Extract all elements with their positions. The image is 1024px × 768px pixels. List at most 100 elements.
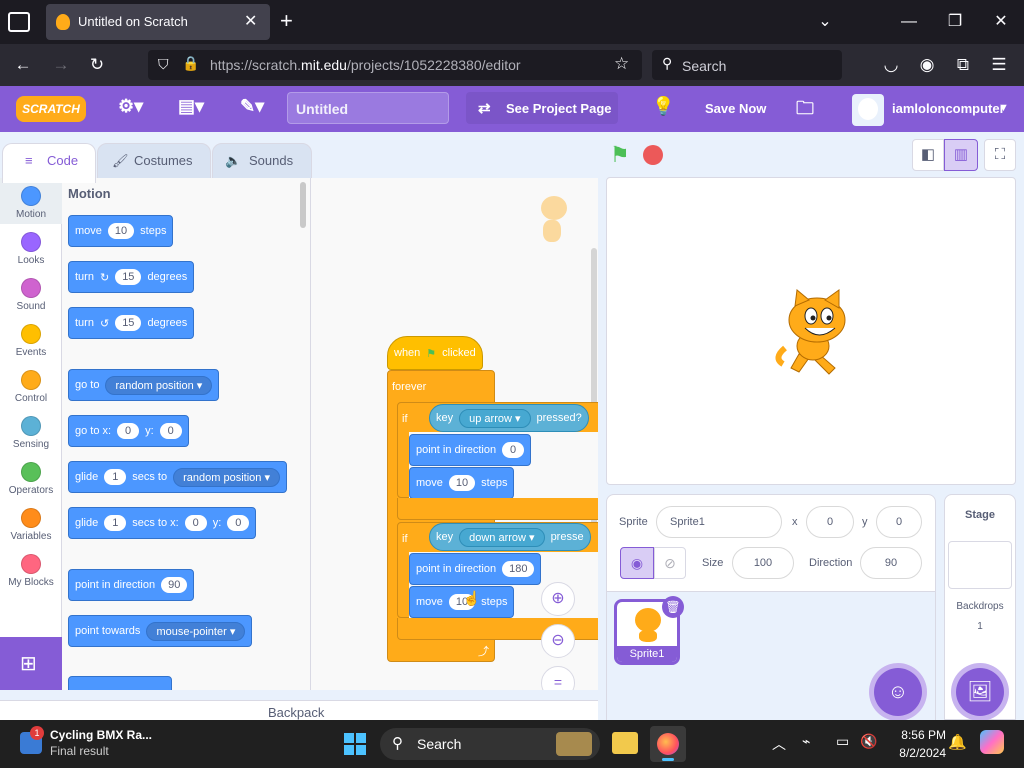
block-turn-right[interactable]: turn ↻ 15 degrees (68, 261, 195, 293)
category-looks[interactable]: Looks (0, 232, 62, 266)
taskbar-search[interactable]: ⚲ Search (380, 728, 600, 760)
direction-input[interactable]: 90 (860, 547, 922, 579)
clock-time[interactable]: 8:56 PM (890, 728, 946, 742)
volume-muted-icon[interactable]: 🔇 (860, 733, 877, 750)
pocket-icon[interactable]: ◡ (876, 50, 906, 80)
account-icon[interactable]: ◉ (912, 50, 942, 80)
block-go-to-xy[interactable]: go to x: 0 y: 0 (68, 415, 189, 447)
block-move-steps[interactable]: move 10 steps (68, 215, 174, 247)
move-block-2[interactable]: move 10 steps (409, 586, 515, 618)
category-operators[interactable]: Operators (0, 462, 62, 496)
block-input[interactable]: 0 (502, 442, 525, 458)
file-menu-icon[interactable]: ▤▾ (178, 96, 204, 117)
block-glide-xy[interactable]: glide 1 secs to x: 0 y: 0 (68, 507, 257, 539)
reload-icon[interactable]: ↻ (82, 50, 112, 80)
block-point-direction[interactable]: point in direction 90 (68, 569, 195, 601)
scratch-logo[interactable]: SCRATCH (16, 96, 86, 122)
small-stage-button[interactable]: ◧ (912, 139, 944, 171)
block-glide-to[interactable]: glide 1 secs to random position ▾ (68, 461, 287, 493)
tab-list-icon[interactable] (8, 12, 30, 32)
settings-gear-icon[interactable]: ⚙▾ (118, 96, 143, 117)
display-icon[interactable]: ▭ (836, 733, 849, 750)
file-explorer-icon[interactable] (612, 732, 638, 754)
edit-menu-icon[interactable]: ✎▾ (240, 96, 264, 117)
block-go-to[interactable]: go to random position ▾ (68, 369, 220, 401)
widget-notification[interactable]: 1 Cycling BMX Ra... Final result (20, 726, 160, 762)
category-sound[interactable]: Sound (0, 278, 62, 312)
add-extension-button[interactable]: ⊞ (0, 637, 62, 690)
block-input[interactable]: 10 (448, 475, 476, 491)
category-events[interactable]: Events (0, 324, 62, 358)
block-input[interactable]: 0 (159, 423, 182, 439)
zoom-out-button[interactable]: ⊖ (541, 624, 575, 658)
bookmark-star-icon[interactable]: ☆ (614, 54, 629, 74)
move-block-1[interactable]: move 10 steps (409, 467, 515, 499)
add-backdrop-button[interactable]: 🖼 (956, 668, 1004, 716)
block-turn-left[interactable]: turn ↺ 15 degrees (68, 307, 195, 339)
close-tab-icon[interactable]: ✕ (244, 11, 257, 31)
extensions-icon[interactable]: ⧉ (948, 50, 978, 80)
category-control[interactable]: Control (0, 370, 62, 404)
zoom-in-button[interactable]: ⊕ (541, 582, 575, 616)
browser-tab[interactable]: Untitled on Scratch ✕ (46, 4, 270, 40)
username[interactable]: iamloloncomputer (892, 101, 1005, 116)
size-input[interactable]: 100 (732, 547, 794, 579)
block-input[interactable]: 1 (104, 515, 127, 531)
point-direction-block-1[interactable]: point in direction 0 (409, 434, 532, 466)
block-input[interactable]: 15 (115, 315, 142, 331)
tab-costumes[interactable]: 🖌 Costumes (97, 143, 211, 183)
stage-thumbnail[interactable] (948, 541, 1012, 589)
network-off-icon[interactable]: ⌁ (802, 733, 810, 750)
show-sprite-button[interactable]: ◉ (620, 547, 654, 579)
palette-scrollbar[interactable] (300, 182, 306, 228)
tab-sounds[interactable]: 🔈 Sounds (212, 143, 312, 183)
back-icon[interactable]: ← (8, 50, 38, 80)
category-sensing[interactable]: Sensing (0, 416, 62, 450)
key-pressed-block-1[interactable]: key up arrow ▾ pressed? (429, 404, 589, 432)
green-flag-button[interactable]: ⚑ (610, 143, 636, 167)
stage-canvas[interactable] (606, 177, 1016, 485)
browser-search-field[interactable]: ⚲ Search (652, 50, 842, 80)
key-pressed-block-2[interactable]: key down arrow ▾ presse (429, 523, 591, 551)
zoom-reset-button[interactable]: = (541, 666, 575, 690)
user-avatar[interactable] (852, 94, 884, 126)
restore-button[interactable]: ❐ (932, 0, 978, 44)
block-dropdown[interactable]: random position ▾ (173, 467, 280, 487)
tray-chevron-icon[interactable]: ︿ (772, 734, 786, 754)
y-input[interactable]: 0 (876, 506, 922, 538)
notification-bell-icon[interactable]: 🔔 (948, 733, 967, 751)
tab-code[interactable]: ≡ Code (2, 143, 96, 183)
large-stage-button[interactable]: ▥ (944, 139, 978, 171)
script-area[interactable]: when ⚑ clicked forever ⤴ if key up arrow… (311, 178, 598, 690)
block-input[interactable]: 15 (115, 269, 142, 285)
firefox-taskbar-icon[interactable] (650, 726, 686, 762)
delete-sprite-button[interactable]: 🗑 (662, 596, 684, 618)
scratch-cat-sprite[interactable] (769, 288, 853, 378)
close-window-button[interactable]: ✕ (978, 0, 1024, 44)
x-input[interactable]: 0 (806, 506, 854, 538)
minimize-button[interactable]: — (886, 0, 932, 44)
lightbulb-icon[interactable]: 💡 (652, 96, 674, 117)
tab-overflow-icon[interactable]: ⌄ (802, 0, 848, 44)
user-dropdown-icon[interactable]: ▼ (998, 102, 1009, 114)
copilot-icon[interactable] (980, 730, 1004, 754)
block-input[interactable]: 90 (161, 577, 188, 593)
key-dropdown[interactable]: up arrow ▾ (459, 408, 531, 428)
new-tab-button[interactable]: + (280, 8, 293, 34)
block-partial[interactable] (68, 676, 172, 690)
forward-icon[interactable]: → (46, 50, 76, 80)
menu-icon[interactable]: ☰ (984, 50, 1014, 80)
save-now-button[interactable]: Save Now (705, 101, 766, 116)
category-motion[interactable]: Motion (0, 186, 62, 220)
clock-date[interactable]: 8/2/2024 (890, 746, 946, 760)
stop-button[interactable] (643, 145, 663, 165)
block-input[interactable]: 0 (117, 423, 140, 439)
backpack-bar[interactable]: Backpack (0, 700, 598, 722)
project-title-input[interactable]: Untitled (287, 92, 449, 124)
address-bar[interactable]: ⛉ 🔒 https://scratch.mit.edu/projects/105… (148, 50, 642, 80)
block-point-towards[interactable]: point towards mouse-pointer ▾ (68, 615, 253, 647)
key-dropdown[interactable]: down arrow ▾ (459, 527, 545, 547)
category-my-blocks[interactable]: My Blocks (0, 554, 62, 588)
my-stuff-folder-icon[interactable]: 🗀 (796, 96, 814, 126)
fullscreen-button[interactable]: ⛶ (984, 139, 1016, 171)
